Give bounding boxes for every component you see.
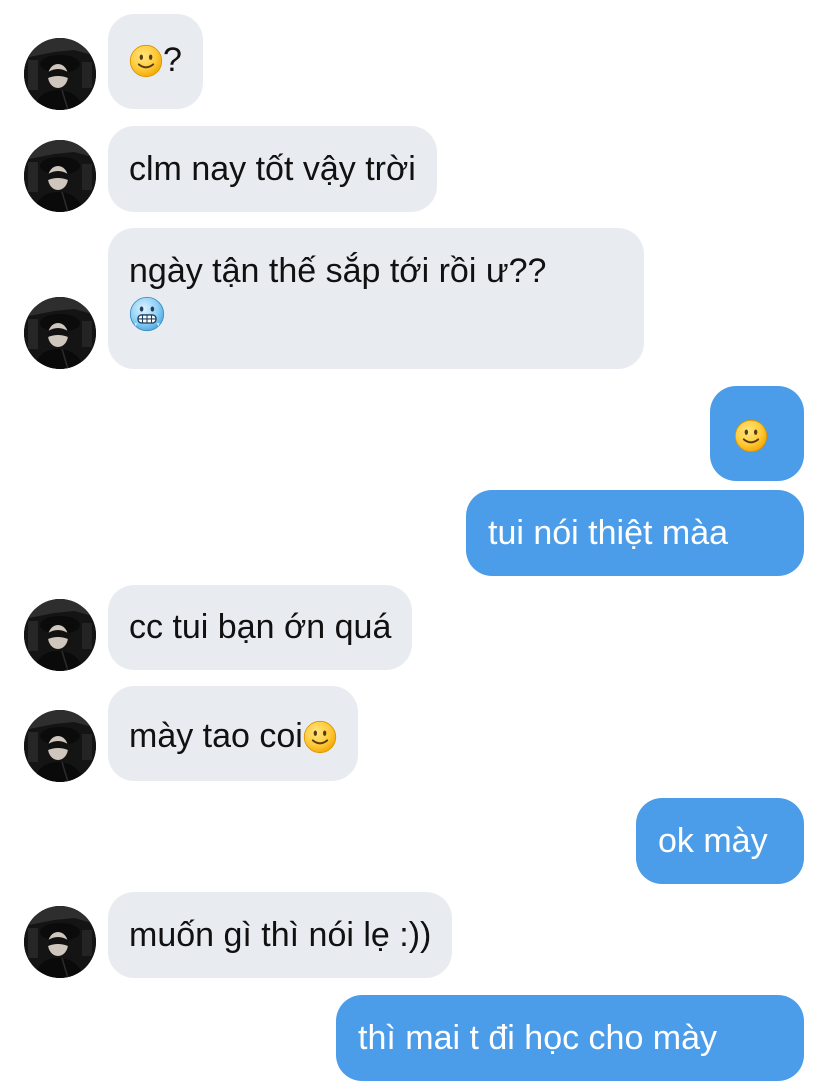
incoming-message-bubble[interactable]: clm nay tốt vậy trời [108, 126, 437, 212]
message-text: mày tao coi [129, 717, 303, 755]
message-text: ok mày [658, 822, 768, 860]
outgoing-message-bubble[interactable]: ok mày [636, 798, 804, 884]
incoming-message-bubble[interactable]: muốn gì thì nói lẹ :)) [108, 892, 453, 978]
incoming-message-bubble[interactable]: ngày tận thế sắp tới rồi ư?? [108, 228, 644, 369]
message-text: thì mai t đi học cho mày [358, 1019, 718, 1057]
message-text: cc tui bạn ớn quá [129, 608, 392, 646]
message-text: ? [163, 41, 182, 79]
incoming-message-bubble[interactable]: mày tao coi [108, 686, 358, 781]
incoming-message-bubble[interactable]: ? [108, 14, 203, 109]
outgoing-message-bubble[interactable] [710, 386, 804, 481]
contact-avatar[interactable] [24, 38, 96, 110]
slightly-smiling-face-icon [303, 720, 337, 754]
contact-avatar[interactable] [24, 140, 96, 212]
cold-face-icon [129, 296, 165, 332]
slightly-smiling-face-icon [734, 419, 768, 453]
message-text: tui nói thiệt màa [488, 514, 729, 552]
outgoing-message-bubble[interactable]: tui nói thiệt màa [466, 490, 804, 576]
contact-avatar[interactable] [24, 710, 96, 782]
outgoing-message-bubble[interactable]: thì mai t đi học cho mày [336, 995, 804, 1081]
contact-avatar[interactable] [24, 297, 96, 369]
contact-avatar[interactable] [24, 599, 96, 671]
incoming-message-bubble[interactable]: cc tui bạn ớn quá [108, 585, 413, 670]
message-text: ngày tận thế sắp tới rồi ư?? [129, 252, 547, 290]
message-text: clm nay tốt vậy trời [129, 150, 416, 188]
message-text: muốn gì thì nói lẹ :)) [129, 916, 432, 954]
contact-avatar[interactable] [24, 906, 96, 978]
slightly-smiling-face-icon [129, 44, 163, 78]
